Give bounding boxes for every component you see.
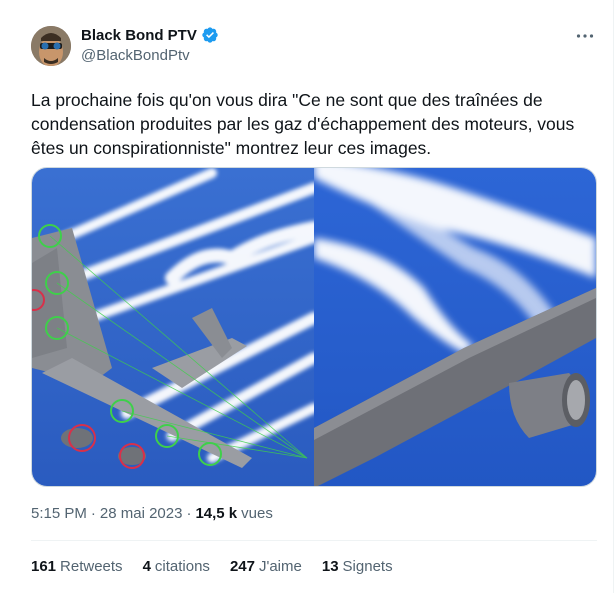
- quotes-stat[interactable]: 4 citations: [143, 558, 210, 575]
- avatar[interactable]: [31, 26, 71, 66]
- author-block: Black Bond PTV @BlackBondPtv: [81, 25, 219, 64]
- media-image-left[interactable]: [32, 168, 321, 486]
- verified-badge-icon: [201, 26, 219, 44]
- handle[interactable]: @BlackBondPtv: [81, 47, 219, 64]
- tweet-date[interactable]: 28 mai 2023: [100, 505, 183, 522]
- tweet-time[interactable]: 5:15 PM: [31, 505, 87, 522]
- quotes-label: citations: [154, 558, 210, 575]
- divider: [31, 540, 597, 541]
- likes-label: J'aime: [258, 558, 302, 575]
- avatar-image: [31, 26, 71, 66]
- likes-stat[interactable]: 247 J'aime: [230, 558, 302, 575]
- views-count: 14,5 k: [195, 505, 238, 522]
- tweet-text: La prochaine fois qu'on vous dira "Ce ne…: [31, 90, 575, 158]
- bookmarks-stat[interactable]: 13 Signets: [322, 558, 393, 575]
- display-name[interactable]: Black Bond PTV: [81, 27, 197, 44]
- more-options-icon[interactable]: [572, 26, 598, 46]
- engagement-stats: 161 Retweets 4 citations 247 J'aime 13 S…: [31, 558, 393, 575]
- retweets-label: Retweets: [60, 558, 123, 575]
- bookmarks-label: Signets: [342, 558, 393, 575]
- meta-separator-2: ·: [186, 505, 192, 522]
- quotes-count: 4: [142, 558, 151, 575]
- views-label: vues: [241, 505, 273, 522]
- tweet-card: Black Bond PTV @BlackBondPtv La prochain…: [0, 0, 614, 593]
- bookmarks-count: 13: [321, 558, 339, 575]
- media-grid: [31, 167, 597, 487]
- meta-separator: ·: [90, 505, 96, 522]
- media-image-right[interactable]: [314, 168, 596, 486]
- retweets-count: 161: [31, 558, 57, 575]
- tweet-meta: 5:15 PM · 28 mai 2023 · 14,5 k vues: [31, 505, 273, 522]
- retweets-stat[interactable]: 161 Retweets: [31, 558, 123, 575]
- likes-count: 247: [229, 558, 255, 575]
